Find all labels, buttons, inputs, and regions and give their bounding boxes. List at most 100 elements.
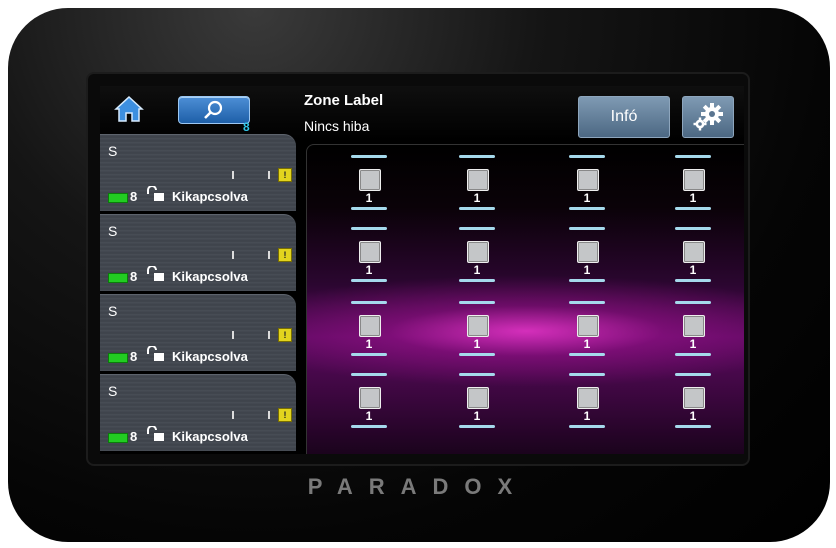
area-indicator-tick bbox=[268, 331, 270, 339]
zone-bottom-bar bbox=[569, 353, 605, 356]
zone-bottom-bar bbox=[569, 425, 605, 428]
ready-led-icon bbox=[108, 193, 128, 203]
zone-tile[interactable]: 1 bbox=[675, 155, 715, 235]
zone-status-square bbox=[467, 241, 489, 263]
info-button-label: Infó bbox=[610, 108, 638, 125]
zone-top-bar bbox=[351, 301, 387, 304]
zone-status-square bbox=[467, 315, 489, 337]
area-card[interactable]: S ! 8 Kikapcsolva bbox=[100, 294, 296, 371]
zone-status-square bbox=[683, 315, 705, 337]
zone-top-bar bbox=[351, 373, 387, 376]
zone-number: 1 bbox=[365, 263, 373, 277]
trouble-warning-icon: ! bbox=[278, 168, 292, 182]
zone-top-bar bbox=[569, 301, 605, 304]
zone-label-title: Zone Label bbox=[304, 92, 384, 109]
zone-bottom-bar bbox=[675, 353, 711, 356]
area-card[interactable]: S ! 8 Kikapcsolva bbox=[100, 374, 296, 451]
zone-top-bar bbox=[569, 155, 605, 158]
area-status: Kikapcsolva bbox=[172, 269, 248, 284]
zone-tile[interactable]: 1 bbox=[459, 155, 499, 235]
area-status: Kikapcsolva bbox=[172, 189, 248, 204]
zone-top-bar bbox=[675, 373, 711, 376]
zone-tile[interactable]: 1 bbox=[351, 373, 391, 453]
zone-top-bar bbox=[675, 227, 711, 230]
zone-bottom-bar bbox=[675, 425, 711, 428]
zone-tile[interactable]: 1 bbox=[351, 227, 391, 307]
zone-number: 1 bbox=[473, 191, 481, 205]
zone-status-square bbox=[359, 387, 381, 409]
top-bar: 8 Zone Label Nincs hiba Infó bbox=[100, 86, 744, 140]
zone-bottom-bar bbox=[569, 279, 605, 282]
area-indicator-tick bbox=[232, 171, 234, 179]
area-name: S bbox=[108, 383, 118, 399]
zone-bottom-bar bbox=[675, 279, 711, 282]
unlock-icon bbox=[147, 266, 164, 281]
zone-bottom-bar bbox=[351, 353, 387, 356]
ready-led-icon bbox=[108, 433, 128, 443]
zone-bottom-bar bbox=[351, 207, 387, 210]
zone-tile[interactable]: 1 bbox=[569, 227, 609, 307]
zone-number: 1 bbox=[583, 409, 591, 423]
zone-tile[interactable]: 1 bbox=[351, 301, 391, 381]
ready-led-icon bbox=[108, 353, 128, 363]
zone-bottom-bar bbox=[459, 425, 495, 428]
zone-bottom-bar bbox=[675, 207, 711, 210]
zone-status-square bbox=[683, 241, 705, 263]
settings-button[interactable] bbox=[682, 96, 734, 138]
zone-status-square bbox=[577, 315, 599, 337]
trouble-warning-icon: ! bbox=[278, 248, 292, 262]
unlock-icon bbox=[147, 186, 164, 201]
zone-bottom-bar bbox=[459, 353, 495, 356]
zone-top-bar bbox=[675, 155, 711, 158]
area-name: S bbox=[108, 143, 118, 159]
zone-tile[interactable]: 1 bbox=[569, 301, 609, 381]
zone-number: 1 bbox=[365, 337, 373, 351]
trouble-warning-icon: ! bbox=[278, 328, 292, 342]
area-indicator-tick bbox=[232, 251, 234, 259]
zone-number: 1 bbox=[473, 409, 481, 423]
search-count-badge: 8 bbox=[243, 120, 250, 134]
area-count: 8 bbox=[130, 189, 138, 204]
home-button[interactable] bbox=[110, 92, 148, 126]
brand-logo: PARADOX bbox=[307, 474, 529, 499]
search-button[interactable] bbox=[178, 96, 250, 124]
zone-bottom-bar bbox=[459, 207, 495, 210]
zone-top-bar bbox=[459, 155, 495, 158]
zone-tile[interactable]: 1 bbox=[351, 155, 391, 235]
touch-screen: 8 Zone Label Nincs hiba Infó S ! 8 Kikap… bbox=[100, 86, 744, 454]
zone-top-bar bbox=[459, 301, 495, 304]
area-sidebar: S ! 8 Kikapcsolva S ! 8 Kikapcsolva S ! … bbox=[100, 134, 298, 454]
zone-status-square bbox=[683, 387, 705, 409]
area-card[interactable]: S ! 8 Kikapcsolva bbox=[100, 214, 296, 291]
gear-icon bbox=[693, 103, 723, 131]
zone-number: 1 bbox=[689, 337, 697, 351]
area-name: S bbox=[108, 223, 118, 239]
zone-status-square bbox=[467, 169, 489, 191]
zone-top-bar bbox=[459, 227, 495, 230]
zone-number: 1 bbox=[689, 409, 697, 423]
zone-number: 1 bbox=[365, 191, 373, 205]
zone-status-square bbox=[467, 387, 489, 409]
zone-top-bar bbox=[569, 373, 605, 376]
zone-top-bar bbox=[675, 301, 711, 304]
zone-tile[interactable]: 1 bbox=[675, 373, 715, 453]
area-count: 8 bbox=[130, 269, 138, 284]
area-status: Kikapcsolva bbox=[172, 349, 248, 364]
zone-number: 1 bbox=[583, 263, 591, 277]
zone-tile[interactable]: 1 bbox=[459, 227, 499, 307]
zone-number: 1 bbox=[473, 337, 481, 351]
zone-tile[interactable]: 1 bbox=[675, 227, 715, 307]
zone-tile[interactable]: 1 bbox=[459, 373, 499, 453]
area-count: 8 bbox=[130, 349, 138, 364]
area-card[interactable]: S ! 8 Kikapcsolva bbox=[100, 134, 296, 211]
zone-tile[interactable]: 1 bbox=[569, 155, 609, 235]
area-name: S bbox=[108, 303, 118, 319]
zone-bottom-bar bbox=[459, 279, 495, 282]
unlock-icon bbox=[147, 346, 164, 361]
zone-tile[interactable]: 1 bbox=[459, 301, 499, 381]
zone-tile[interactable]: 1 bbox=[569, 373, 609, 453]
info-button[interactable]: Infó bbox=[578, 96, 670, 138]
zone-status-square bbox=[683, 169, 705, 191]
zone-status-square bbox=[577, 169, 599, 191]
zone-tile[interactable]: 1 bbox=[675, 301, 715, 381]
